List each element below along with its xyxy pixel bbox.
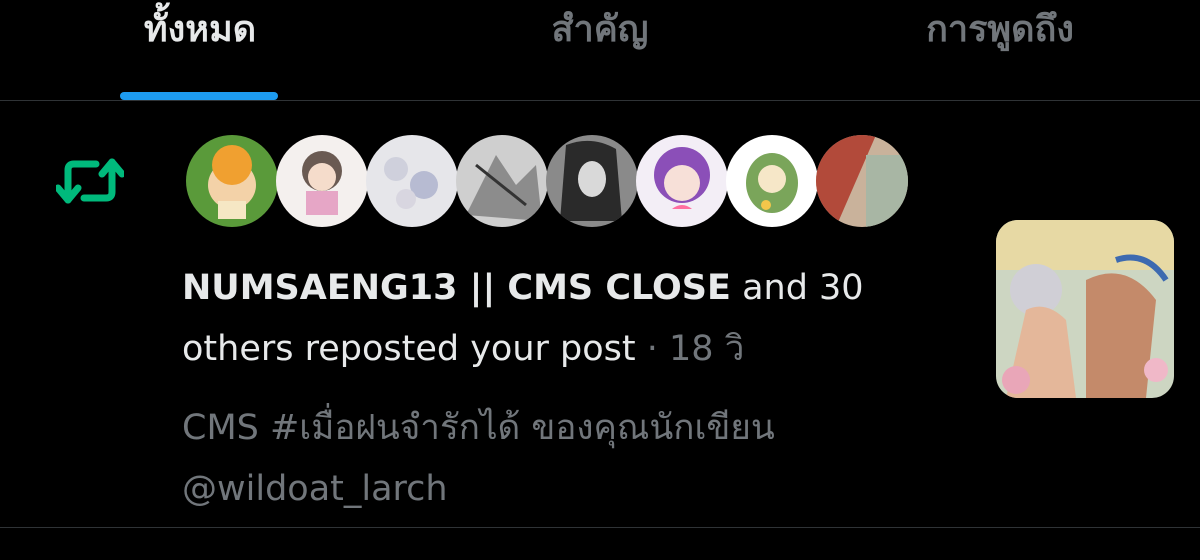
notification-tabs: ทั้งหมด สำคัญ การพูดถึง	[0, 0, 1200, 100]
item-divider	[0, 527, 1200, 528]
avatar[interactable]	[636, 135, 728, 227]
tab-all[interactable]: ทั้งหมด	[30, 0, 370, 78]
tab-important[interactable]: สำคัญ	[430, 0, 770, 78]
timestamp: 18 วิ	[669, 329, 745, 369]
tabs-divider	[0, 100, 1200, 101]
post-preview-handle: @wildoat_larch	[182, 469, 448, 509]
separator: ·	[635, 329, 670, 369]
actor-name[interactable]: NUMSAENG13 || CMS CLOSE	[182, 268, 731, 308]
avatar[interactable]	[726, 135, 818, 227]
post-preview-line: CMS #เมื่อฝนจำรักได้ ของคุณนักเขียน	[182, 408, 775, 448]
avatar[interactable]	[546, 135, 638, 227]
active-tab-indicator	[120, 92, 278, 100]
post-preview: CMS #เมื่อฝนจำรักได้ ของคุณนักเขียน @wil…	[182, 398, 972, 520]
avatar[interactable]	[456, 135, 548, 227]
avatar[interactable]	[366, 135, 458, 227]
tab-important-label: สำคัญ	[551, 8, 649, 50]
post-thumbnail[interactable]	[996, 220, 1174, 398]
repost-icon	[56, 158, 124, 204]
notification-text: NUMSAENG13 || CMS CLOSE and 30 others re…	[182, 258, 972, 380]
tab-all-label: ทั้งหมด	[143, 8, 257, 50]
avatar[interactable]	[186, 135, 278, 227]
avatar[interactable]	[816, 135, 908, 227]
avatar[interactable]	[276, 135, 368, 227]
tab-mentions-label: การพูดถึง	[926, 8, 1074, 50]
tab-mentions[interactable]: การพูดถึง	[830, 0, 1170, 78]
